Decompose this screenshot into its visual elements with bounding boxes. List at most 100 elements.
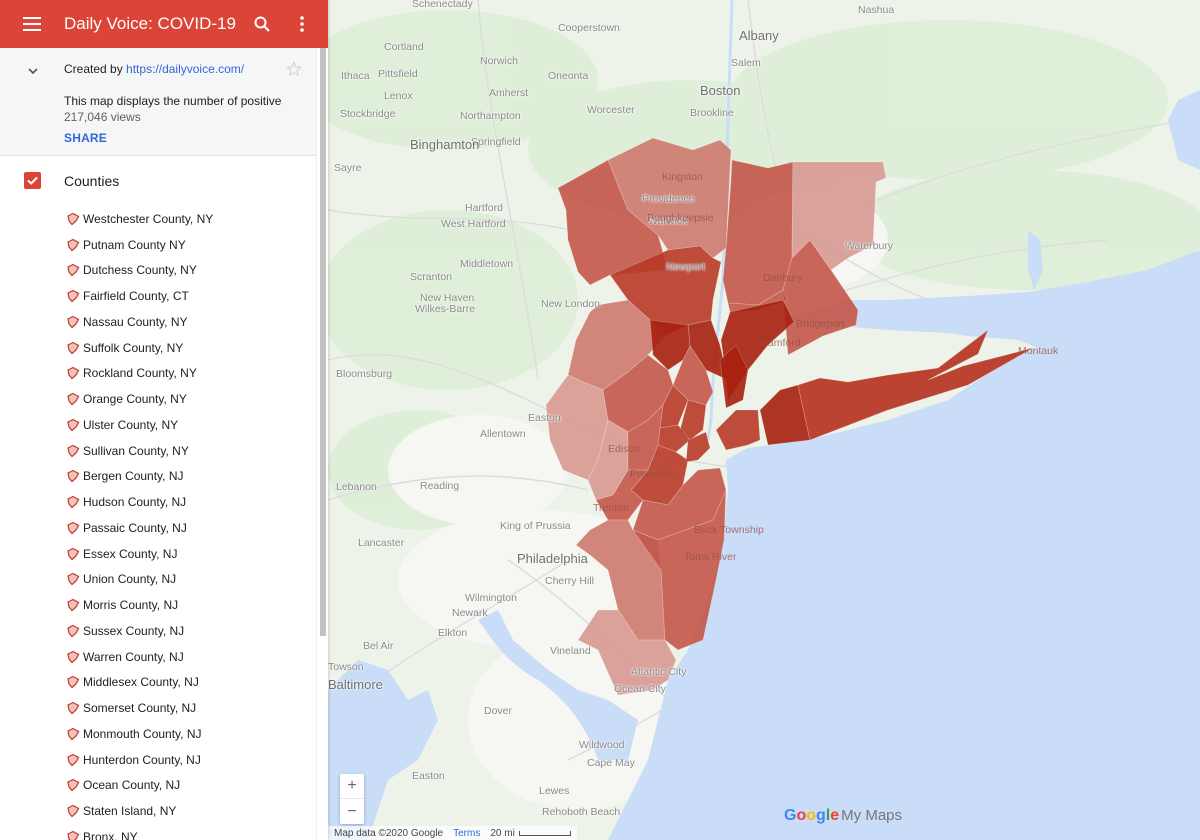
- county-name: Warren County, NJ: [83, 649, 184, 664]
- county-list-item[interactable]: Hudson County, NJ: [0, 489, 316, 515]
- county-list-item[interactable]: Westchester County, NY: [0, 206, 316, 232]
- scrollbar-thumb[interactable]: [320, 48, 326, 636]
- county-list-item[interactable]: Sussex County, NJ: [0, 618, 316, 644]
- polygon-icon: [67, 830, 80, 840]
- county-list-item[interactable]: Dutchess County, NY: [0, 258, 316, 284]
- sidebar-panel: Daily Voice: COVID-19 ... Created by htt…: [0, 0, 328, 840]
- scale-indicator[interactable]: 20 mi: [490, 827, 571, 839]
- county-list-item[interactable]: Putnam County NY: [0, 232, 316, 258]
- polygon-icon: [67, 727, 80, 741]
- google-letter: o: [796, 807, 807, 824]
- collapse-button[interactable]: [24, 62, 42, 80]
- polygon-icon: [67, 212, 80, 226]
- county-name: Bergen County, NJ: [83, 469, 184, 484]
- county-polygons: [545, 137, 1034, 696]
- creator-link[interactable]: https://dailyvoice.com/: [126, 62, 244, 76]
- search-button[interactable]: [242, 0, 282, 48]
- more-vert-icon: [300, 16, 304, 32]
- top-bar: Daily Voice: COVID-19 ...: [0, 0, 328, 48]
- star-button[interactable]: [286, 61, 302, 77]
- terms-link[interactable]: Terms: [453, 828, 480, 839]
- polygon-icon: [67, 444, 80, 457]
- county-list-item[interactable]: Warren County, NJ: [0, 644, 316, 670]
- google-letter: g: [816, 807, 826, 824]
- county-list-item[interactable]: Orange County, NY: [0, 386, 316, 412]
- county-list-item[interactable]: Bergen County, NJ: [0, 464, 316, 490]
- more-options-button[interactable]: [282, 0, 322, 48]
- county-polygon-suffolk[interactable]: [797, 328, 1034, 441]
- county-list-item[interactable]: Suffolk County, NY: [0, 335, 316, 361]
- county-list-item[interactable]: Ocean County, NJ: [0, 773, 316, 799]
- scale-bar: [518, 830, 571, 836]
- polygon-icon: [67, 650, 80, 663]
- county-name: Nassau County, NY: [83, 314, 188, 329]
- map-canvas[interactable]: Schenectady Nashua Cooperstown Albany Cortla…: [328, 0, 1200, 840]
- google-letter: G: [784, 807, 797, 824]
- created-by-prefix: Created by: [64, 62, 127, 76]
- county-name: Bronx, NY: [83, 829, 138, 840]
- polygon-icon: [67, 470, 80, 483]
- county-name: Rockland County, NY: [83, 366, 197, 381]
- google-letter: e: [830, 807, 840, 824]
- google-wordmark: Google: [784, 807, 839, 824]
- scale-label: 20 mi: [490, 827, 515, 839]
- county-list-item[interactable]: Fairfield County, CT: [0, 283, 316, 309]
- county-name: Union County, NJ: [83, 572, 177, 587]
- county-list-item[interactable]: Somerset County, NJ: [0, 695, 316, 721]
- county-list: Westchester County, NY Putnam County NY Du…: [0, 206, 316, 840]
- polygon-icon: [67, 598, 80, 612]
- county-name: Westchester County, NY: [83, 211, 214, 226]
- polygon-icon: [67, 264, 80, 277]
- layer-checkbox[interactable]: [24, 172, 41, 189]
- county-list-item[interactable]: Staten Island, NY: [0, 798, 316, 824]
- polygon-icon: [67, 521, 80, 535]
- county-name: Essex County, NJ: [83, 546, 178, 561]
- county-list-item[interactable]: Ulster County, NY: [0, 412, 316, 438]
- created-by: Created by https://dailyvoice.com/: [64, 62, 244, 76]
- map-footer: Map data ©2020 Google Terms 20 mi: [328, 826, 577, 840]
- county-list-item[interactable]: Passaic County, NJ: [0, 515, 316, 541]
- county-polygon-dutchess[interactable]: [722, 159, 794, 306]
- zoom-in-button[interactable]: +: [340, 774, 364, 799]
- zoom-out-button[interactable]: −: [340, 799, 364, 824]
- polygon-icon: [67, 701, 80, 715]
- polygon-icon: [67, 495, 80, 509]
- star-outline-icon: [286, 61, 302, 77]
- county-list-item[interactable]: Union County, NJ: [0, 567, 316, 593]
- county-list-item[interactable]: Nassau County, NY: [0, 309, 316, 335]
- layer-title: Counties: [64, 173, 120, 189]
- county-name: Putnam County NY: [83, 237, 186, 252]
- county-name: Hudson County, NJ: [83, 495, 187, 510]
- county-list-item[interactable]: Monmouth County, NJ: [0, 721, 316, 747]
- google-my-maps-logo: Google My Maps: [784, 807, 902, 825]
- share-button[interactable]: SHARE: [64, 131, 107, 145]
- county-list-item[interactable]: Middlesex County, NJ: [0, 670, 316, 696]
- county-name: Fairfield County, CT: [83, 289, 189, 304]
- county-name: Sullivan County, NY: [83, 443, 189, 458]
- county-list-item[interactable]: Bronx, NY: [0, 824, 316, 840]
- county-list-item[interactable]: Rockland County, NY: [0, 361, 316, 387]
- polygon-icon: [67, 392, 80, 406]
- map-attribution: Map data ©2020 Google: [334, 827, 444, 839]
- county-list-item[interactable]: Morris County, NJ: [0, 592, 316, 618]
- polygon-icon: [67, 367, 80, 380]
- map-info-panel: Created by https://dailyvoice.com/ This …: [0, 48, 316, 156]
- layer-header: Counties: [0, 156, 316, 206]
- zoom-control: + −: [340, 774, 364, 824]
- county-name: Hunterdon County, NJ: [83, 752, 201, 767]
- county-name: Passaic County, NJ: [83, 520, 187, 535]
- county-list-item[interactable]: Essex County, NJ: [0, 541, 316, 567]
- county-list-item[interactable]: Hunterdon County, NJ: [0, 747, 316, 773]
- menu-button[interactable]: [0, 0, 64, 48]
- county-name: Somerset County, NJ: [83, 701, 197, 716]
- county-list-item[interactable]: Sullivan County, NY: [0, 438, 316, 464]
- polygon-icon: [67, 315, 80, 329]
- map-description: This map displays the number of positive: [64, 94, 282, 108]
- county-name: Morris County, NJ: [83, 598, 179, 613]
- polygon-icon: [67, 418, 80, 432]
- county-polygon-brooklyn-queens[interactable]: [715, 409, 761, 451]
- my-maps-wordmark: My Maps: [841, 807, 902, 824]
- sidebar-scrollbar[interactable]: [316, 48, 328, 840]
- checkmark-icon: [27, 176, 38, 185]
- polygon-icon: [67, 779, 80, 792]
